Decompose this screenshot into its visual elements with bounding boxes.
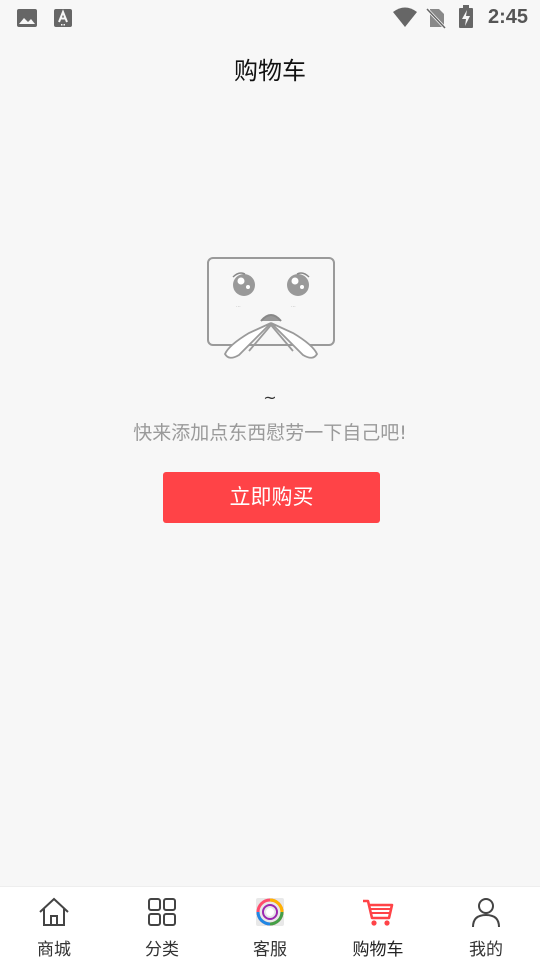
image-icon xyxy=(17,9,37,27)
svg-text:...: ... xyxy=(291,303,296,309)
tab-category[interactable]: 分类 xyxy=(108,887,216,961)
tab-label: 我的 xyxy=(469,940,503,960)
empty-tilde: ~ xyxy=(263,388,277,407)
tab-label: 客服 xyxy=(253,940,287,960)
grid-icon xyxy=(148,898,176,926)
customer-service-icon xyxy=(256,898,284,926)
buy-now-button[interactable]: 立即购买 xyxy=(163,472,380,523)
tab-label: 分类 xyxy=(145,940,179,960)
sad-box-icon: ... ... xyxy=(207,257,335,359)
no-sim-icon xyxy=(426,7,446,29)
page-title: 购物车 xyxy=(234,57,306,85)
status-bar: 2:45 xyxy=(0,0,540,36)
title-bar: 购物车 xyxy=(0,36,540,100)
tab-label: 商城 xyxy=(37,940,71,960)
cart-icon xyxy=(363,899,394,926)
tab-mall[interactable]: 商城 xyxy=(0,887,108,961)
svg-text:...: ... xyxy=(236,303,241,309)
empty-message: 快来添加点东西慰劳一下自己吧! xyxy=(133,422,407,444)
battery-charging-icon xyxy=(459,5,473,28)
wifi-icon xyxy=(393,7,417,27)
user-icon xyxy=(472,898,500,928)
empty-cart-illustration: ... ... xyxy=(205,255,337,371)
status-time: 2:45 xyxy=(487,6,528,28)
a-download-icon xyxy=(54,9,72,27)
tab-label: 购物车 xyxy=(352,940,404,960)
bottom-tab-bar: 商城 分类 客服 购物车 我的 xyxy=(0,886,540,961)
tab-customer-service[interactable]: 客服 xyxy=(216,887,324,961)
home-icon xyxy=(39,897,69,926)
tab-mine[interactable]: 我的 xyxy=(432,887,540,961)
tab-cart[interactable]: 购物车 xyxy=(324,887,432,961)
